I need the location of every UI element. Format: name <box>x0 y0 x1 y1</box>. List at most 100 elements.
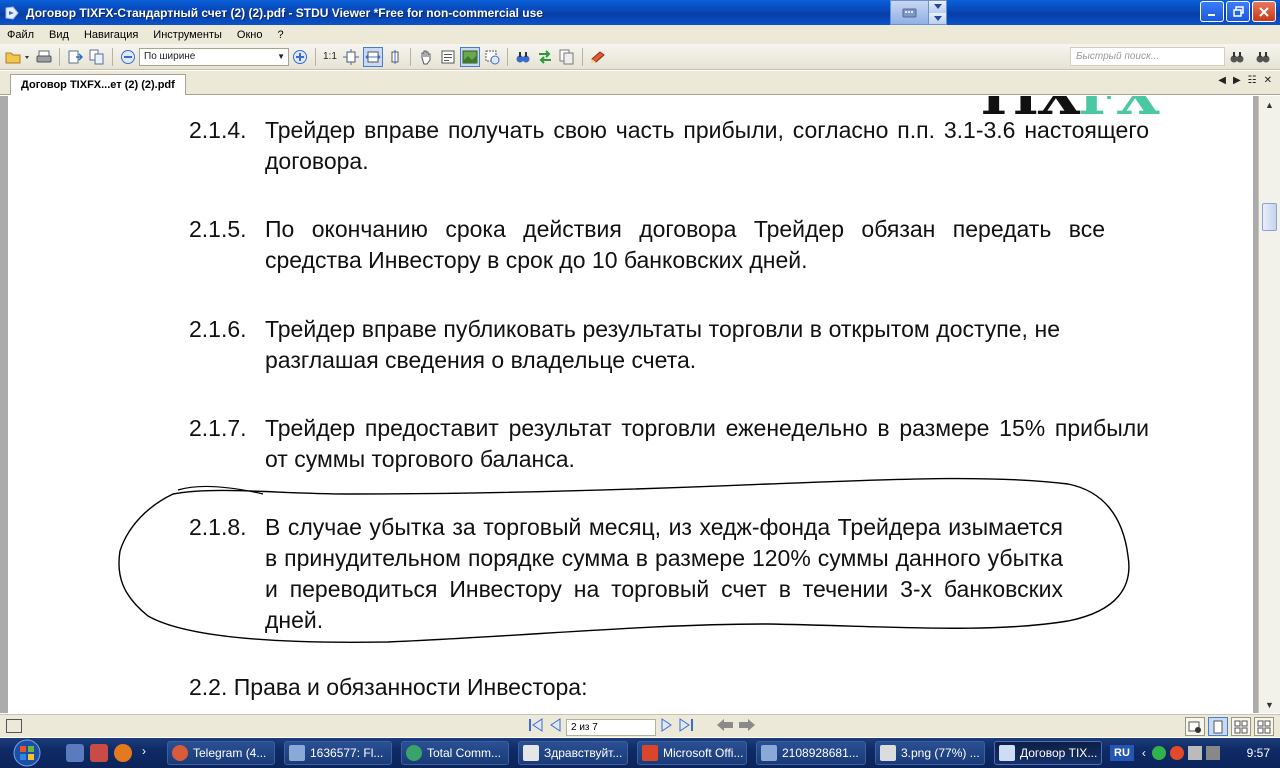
menu-help[interactable]: ? <box>270 29 291 41</box>
export-page-icon[interactable] <box>65 47 85 67</box>
taskbar-paint[interactable]: 3.png (77%) ... <box>875 741 985 765</box>
image-icon <box>289 745 305 761</box>
find-next-icon[interactable] <box>1253 47 1273 67</box>
clause-text: По окончанию срока действия договора Тре… <box>265 216 1105 273</box>
volume-icon[interactable] <box>1205 746 1220 760</box>
settings-icon[interactable] <box>1185 717 1205 736</box>
last-page-icon[interactable] <box>678 718 694 737</box>
tab-scroll-right-icon[interactable]: ▶ <box>1233 75 1241 86</box>
language-bar-widget[interactable] <box>890 0 947 25</box>
zoom-out-button[interactable] <box>118 47 138 67</box>
menu-tools[interactable]: Инструменты <box>146 29 230 41</box>
previous-page-icon[interactable] <box>548 718 562 737</box>
scroll-up-icon[interactable]: ▲ <box>1259 96 1280 113</box>
find-icon[interactable] <box>513 47 533 67</box>
chevron-down-icon[interactable] <box>928 1 946 13</box>
vertical-scrollbar[interactable]: ▲ ▼ <box>1258 96 1280 713</box>
fit-height-icon[interactable] <box>385 47 405 67</box>
zoom-mode-select[interactable]: По ширине ▼ <box>139 47 289 66</box>
open-file-button[interactable] <box>4 47 32 67</box>
forward-arrow-icon[interactable] <box>738 718 756 737</box>
sync-arrows-icon[interactable] <box>535 47 555 67</box>
page-number-input[interactable]: 2 из 7 <box>566 719 656 736</box>
chevron-down-icon[interactable] <box>928 12 946 24</box>
telegram-icon <box>172 745 188 761</box>
clause-number: 2.1.5. <box>189 216 247 242</box>
text-select-icon[interactable] <box>438 47 458 67</box>
print-button[interactable] <box>34 47 54 67</box>
document-tab[interactable]: Договор TIXFX...ет (2) (2).pdf <box>10 74 186 95</box>
document-tab-bar: Договор TIXFX...ет (2) (2).pdf ◀ ▶ ☷ ✕ <box>0 71 1280 95</box>
network-icon[interactable] <box>1187 746 1202 760</box>
actual-size-button[interactable]: 1:1 <box>320 51 340 62</box>
continuous-view-icon[interactable] <box>1254 717 1274 736</box>
tab-scroll-left-icon[interactable]: ◀ <box>1218 75 1226 86</box>
single-page-view-icon[interactable] <box>1208 717 1228 736</box>
stdu-viewer-icon <box>999 745 1015 761</box>
pages-icon[interactable] <box>557 47 577 67</box>
document-viewport[interactable]: TIXFX 2.1.4. Трейдер вправе получать сво… <box>0 96 1258 713</box>
clause-text: В случае убытка за торговый месяц, из хе… <box>265 514 1063 633</box>
windows-taskbar: › Telegram (4... 1636577: Fl... Total Co… <box>0 738 1280 768</box>
firefox-icon[interactable] <box>114 744 132 762</box>
stdu-viewer-icon <box>5 5 19 20</box>
fit-width-icon[interactable] <box>362 46 383 67</box>
taskbar-stdu-viewer[interactable]: Договор TIX... <box>994 741 1102 765</box>
zoom-mode-value: По ширине <box>144 51 196 62</box>
snapshot-icon[interactable] <box>482 47 502 67</box>
tab-list-icon[interactable]: ☷ <box>1248 75 1257 86</box>
scroll-down-icon[interactable]: ▼ <box>1259 696 1280 713</box>
restore-button[interactable] <box>1226 1 1250 22</box>
menu-window[interactable]: Окно <box>230 29 271 41</box>
menu-navigation[interactable]: Навигация <box>77 29 146 41</box>
clause-2-1-6: 2.1.6. Трейдер вправе публиковать резуль… <box>189 314 1149 376</box>
keyboard-icon[interactable] <box>891 1 928 24</box>
taskbar-telegram[interactable]: Telegram (4... <box>167 741 275 765</box>
menu-view[interactable]: Вид <box>42 29 77 41</box>
taskbar-microsoft-office[interactable]: Microsoft Offi... <box>637 741 747 765</box>
title-bar[interactable]: Договор TIXFX-Стандартный счет (2) (2).p… <box>0 0 1280 25</box>
next-page-icon[interactable] <box>660 718 674 737</box>
tray-app-icon[interactable] <box>1151 746 1166 760</box>
clause-number: 2.1.7. <box>189 415 247 441</box>
two-page-view-icon[interactable] <box>1231 717 1251 736</box>
close-button[interactable] <box>1252 1 1276 22</box>
clause-2-1-4: 2.1.4. Трейдер вправе получать свою част… <box>189 115 1149 177</box>
menu-file[interactable]: Файл <box>0 29 42 41</box>
menu-bar: Файл Вид Навигация Инструменты Окно ? <box>0 25 1280 44</box>
clause-text: Трейдер предоставит результат торговли е… <box>265 415 1149 472</box>
fit-page-icon[interactable] <box>341 47 361 67</box>
app-quicklaunch-icon[interactable] <box>90 744 108 762</box>
clause-2-1-5: 2.1.5. По окончанию срока действия догов… <box>189 214 1149 276</box>
start-button[interactable] <box>2 738 52 768</box>
taskbar-task-2[interactable]: 1636577: Fl... <box>284 741 392 765</box>
taskbar-total-commander[interactable]: Total Comm... <box>401 741 509 765</box>
tray-expand-icon[interactable]: ‹ <box>1142 746 1146 760</box>
scroll-thumb[interactable] <box>1262 203 1277 231</box>
copy-icon[interactable] <box>87 47 107 67</box>
clause-number: 2.1.8. <box>189 514 247 540</box>
clause-text: Трейдер вправе получать свою часть прибы… <box>265 117 1149 174</box>
show-desktop-icon[interactable] <box>66 744 84 762</box>
sidebar-toggle-icon[interactable] <box>6 719 22 733</box>
main-toolbar: По ширине ▼ 1:1 Быстрый поиск... <box>0 44 1280 70</box>
taskbar-browser[interactable]: Здравствуйт... <box>518 741 628 765</box>
image-select-icon[interactable] <box>459 46 480 67</box>
zoom-in-button[interactable] <box>290 47 310 67</box>
quick-search-input[interactable]: Быстрый поиск... <box>1070 47 1225 66</box>
windows-logo-icon <box>13 739 41 767</box>
close-tab-icon[interactable]: ✕ <box>1264 75 1272 86</box>
annotation-icon[interactable] <box>588 47 608 67</box>
language-indicator[interactable]: RU <box>1110 745 1134 761</box>
minimize-button[interactable] <box>1200 1 1224 22</box>
clock[interactable]: 9:57 <box>1247 746 1270 760</box>
back-arrow-icon[interactable] <box>716 718 734 737</box>
first-page-icon[interactable] <box>528 718 544 737</box>
paint-icon <box>880 745 896 761</box>
hand-tool-icon[interactable] <box>416 47 436 67</box>
tray-app-icon[interactable] <box>1169 746 1184 760</box>
quicklaunch-more-icon[interactable]: › <box>142 744 146 762</box>
find-previous-icon[interactable] <box>1227 47 1247 67</box>
taskbar-image-viewer[interactable]: 2108928681... <box>756 741 866 765</box>
clause-2-1-7: 2.1.7. Трейдер предоставит результат тор… <box>189 413 1149 475</box>
